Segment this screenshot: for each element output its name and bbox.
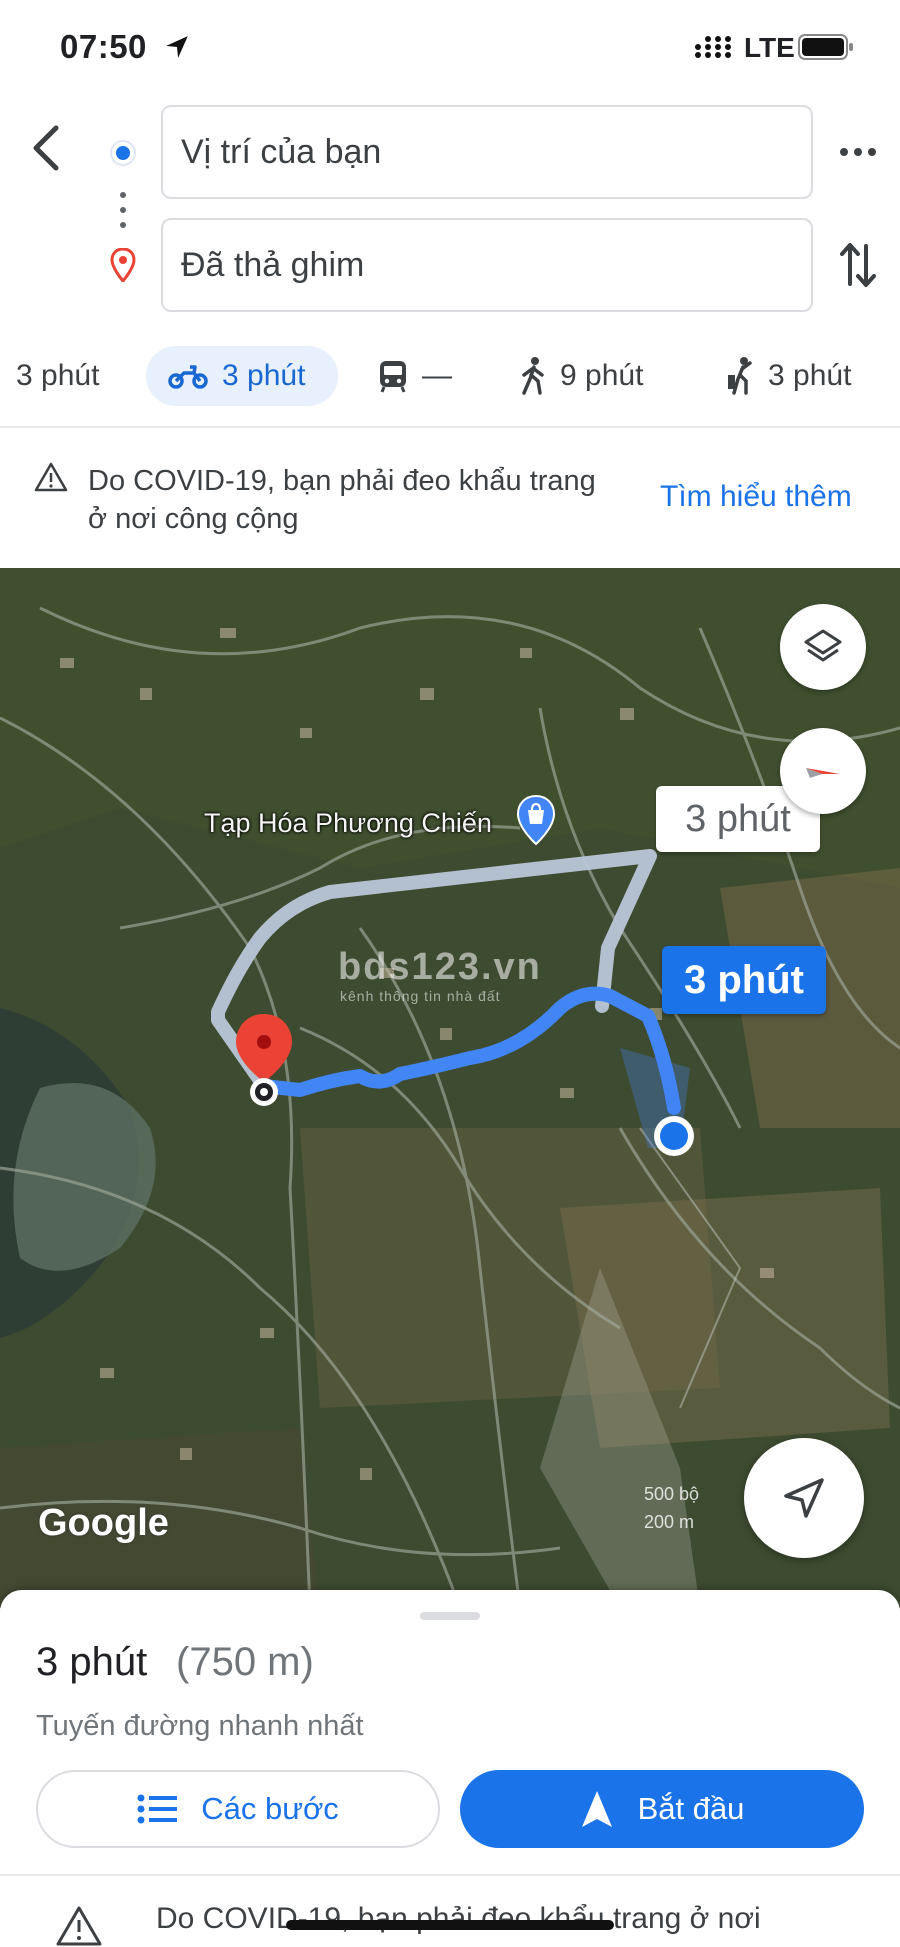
map-view[interactable]: Tạp Hóa Phương Chiến 3 phút 3 phút bds12… (0, 568, 900, 1608)
walk-icon (522, 357, 544, 395)
place-label[interactable]: Tạp Hóa Phương Chiến (204, 808, 492, 839)
watermark-subtitle: kênh thông tin nhà đất (340, 988, 501, 1004)
sheet-drag-handle[interactable] (420, 1612, 480, 1620)
steps-button-label: Các bước (201, 1791, 339, 1826)
transit-icon (380, 361, 406, 393)
layers-icon (804, 629, 842, 662)
tab-ride[interactable]: 3 phút (726, 346, 851, 406)
google-logo: Google (38, 1502, 169, 1544)
destination-pin-icon (110, 248, 136, 282)
route-distance: (750 m) (176, 1640, 314, 1684)
signal-icon (695, 36, 731, 58)
swap-icon[interactable] (838, 240, 878, 290)
navigation-icon (581, 1791, 612, 1827)
status-time: 07:50 (60, 28, 147, 65)
tab-car[interactable]: 3 phút (16, 346, 99, 406)
compass-icon (806, 768, 840, 778)
route-duration: 3 phút (36, 1640, 148, 1684)
learn-more-link[interactable]: Tìm hiểu thêm (660, 480, 852, 514)
route-bottom-sheet[interactable]: 3 phút (750 m) Tuyến đường nhanh nhất Cá… (0, 1590, 900, 1947)
compass-button[interactable] (780, 728, 866, 814)
origin-input[interactable]: Vị trí của bạn (161, 105, 813, 199)
battery-icon (798, 34, 853, 60)
covid-notice-text: Do COVID-19, bạn phải đeo khẩu trang ở n… (156, 1902, 761, 1935)
back-button[interactable] (26, 120, 70, 176)
ride-icon (728, 357, 752, 395)
destination-input[interactable]: Đã thả ghim (161, 218, 813, 312)
route-description: Tuyến đường nhanh nhất (36, 1710, 364, 1742)
tab-ride-label: 3 phút (768, 359, 852, 392)
steps-button[interactable]: Các bước (36, 1770, 440, 1848)
tab-transit[interactable]: — (378, 346, 452, 406)
start-button-label: Bắt đầu (637, 1791, 745, 1826)
tab-car-label: 3 phút (16, 359, 100, 392)
home-indicator[interactable] (286, 1920, 614, 1930)
warning-icon (56, 1906, 102, 1946)
tab-walk[interactable]: 9 phút (520, 346, 643, 406)
motorbike-icon (168, 365, 208, 389)
shopping-bag-pin-icon[interactable] (516, 794, 556, 846)
list-icon (137, 1794, 178, 1824)
map-scale: 500 bộ 200 m (644, 1480, 699, 1536)
scale-feet: 500 bộ (644, 1484, 700, 1504)
tab-motorbike-label: 3 phút (222, 359, 306, 392)
travel-mode-tabs: 3 phút 3 phút — 9 phút 3 phút (0, 346, 900, 422)
my-location-button[interactable] (744, 1438, 864, 1558)
route-time-label[interactable]: 3 phút (662, 946, 826, 1014)
origin-dot-icon (112, 142, 134, 164)
connector-dots-icon (120, 192, 126, 228)
divider (0, 1874, 900, 1876)
warning-icon (34, 462, 68, 492)
tab-transit-label: — (422, 359, 452, 392)
more-options-icon[interactable] (836, 136, 880, 168)
tab-motorbike[interactable]: 3 phút (146, 346, 338, 406)
location-arrow-icon (166, 36, 188, 58)
status-bar: 07:50 LTE (0, 0, 900, 100)
covid-banner-text: Do COVID-19, bạn phải đeo khẩu trang ở n… (88, 465, 596, 535)
tab-walk-label: 9 phút (560, 359, 644, 392)
watermark: bds123.vn (338, 946, 542, 988)
navigation-arrow-icon (784, 1478, 824, 1518)
layers-button[interactable] (780, 604, 866, 690)
network-type: LTE (744, 32, 795, 63)
start-button[interactable]: Bắt đầu (460, 1770, 864, 1848)
covid-banner: Do COVID-19, bạn phải đeo khẩu trang ở n… (0, 428, 900, 568)
scale-meters: 200 m (644, 1512, 695, 1532)
